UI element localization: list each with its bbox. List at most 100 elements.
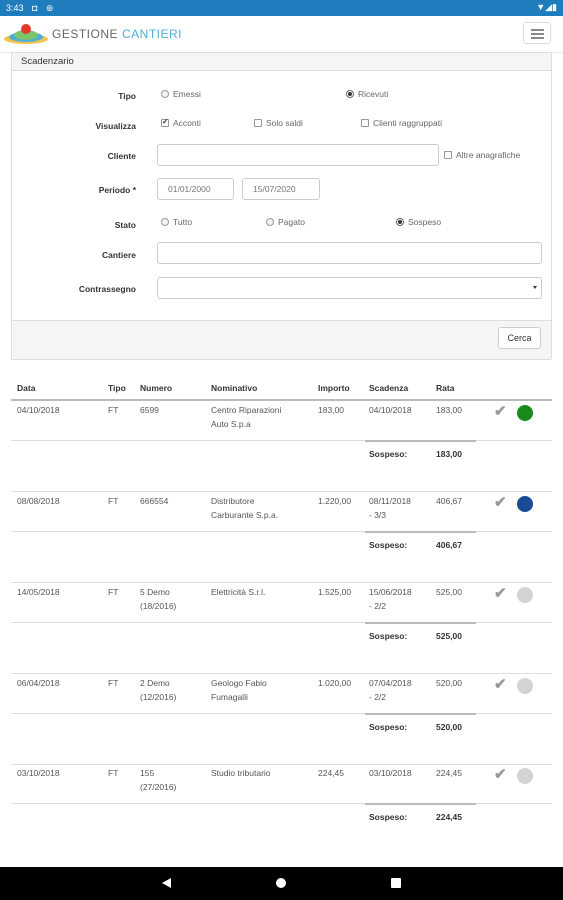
solo-saldi-checkbox[interactable]: Solo saldi (254, 118, 303, 128)
group-divider (11, 582, 552, 583)
sospeso-divider (365, 803, 476, 805)
status-dot-icon[interactable] (517, 405, 533, 421)
cell-nominativo: Elettricità S.r.l. (211, 587, 266, 597)
checkbox-icon (254, 119, 262, 127)
brand-part2: CANTIERI (122, 27, 183, 41)
periodo-to-input[interactable]: 15/07/2020 (242, 178, 320, 200)
stato-pagato-radio[interactable]: Pagato (266, 217, 305, 227)
cell-nominativo: Studio tributario (211, 768, 271, 778)
col-header-tipo: Tipo (108, 383, 126, 393)
status-dot-icon[interactable] (517, 678, 533, 694)
cell-scadenza-sub: - 2/2 (369, 601, 387, 611)
logo-icon (4, 24, 48, 44)
paid-check-icon[interactable]: ✔ (494, 765, 507, 783)
stato-label: Stato (114, 220, 136, 230)
sospeso-label: Sospeso: (369, 449, 408, 459)
sospeso-value: 224,45 (436, 812, 462, 822)
status-dot-icon[interactable] (517, 768, 533, 784)
col-header-scadenza: Scadenza (369, 383, 409, 393)
cell-nominativo: Distributore (211, 496, 255, 506)
periodo-label: Periodo * (98, 185, 136, 195)
status-dot-icon[interactable] (517, 587, 533, 603)
sospeso-divider (365, 622, 476, 624)
cell-numero-sub: (27/2016) (140, 782, 177, 792)
cell-numero: 2 Demo (140, 678, 170, 688)
status-time: 3:43 (6, 3, 24, 13)
cell-numero-sub: (12/2016) (140, 692, 177, 702)
cell-rata: 224,45 (436, 768, 462, 778)
hamburger-menu-button[interactable] (523, 22, 551, 44)
cell-data: 14/05/2018 (17, 587, 60, 597)
paid-check-icon[interactable]: ✔ (494, 402, 507, 420)
sospeso-label: Sospeso: (369, 722, 408, 732)
cell-importo: 183,00 (318, 405, 344, 415)
stato-sospeso-radio[interactable]: Sospeso (396, 217, 441, 227)
stato-tutto-radio[interactable]: Tutto (161, 217, 192, 227)
system-icons: ▼◢▮ (536, 2, 557, 12)
search-button[interactable]: Cerca (498, 327, 541, 349)
app-title: GESTIONE CANTIERI (52, 27, 182, 41)
cell-numero: 5 Demo (140, 587, 170, 597)
panel-footer: Cerca (12, 320, 551, 359)
cell-rata: 183,00 (436, 405, 462, 415)
panel-title: Scadenzario (12, 53, 551, 71)
sospeso-value: 406,67 (436, 540, 462, 550)
cell-numero: 666554 (140, 496, 169, 506)
altre-anagrafiche-checkbox[interactable]: Altre anagrafiche (444, 150, 520, 160)
notification-icons: ◘ ⊛ (32, 3, 57, 13)
cell-scadenza: 15/06/2018 (369, 587, 412, 597)
cell-importo: 1.220,00 (318, 496, 352, 506)
paid-check-icon[interactable]: ✔ (494, 493, 507, 511)
cell-numero: 155 (140, 768, 155, 778)
group-divider (11, 764, 552, 765)
system-nav-bar (0, 867, 563, 900)
cantiere-input[interactable] (157, 242, 542, 264)
cell-importo: 224,45 (318, 768, 344, 778)
hamburger-icon (531, 29, 544, 31)
cell-scadenza: 03/10/2018 (369, 768, 412, 778)
cell-rata: 406,67 (436, 496, 462, 506)
status-dot-icon[interactable] (517, 496, 533, 512)
home-circle-icon[interactable] (276, 878, 286, 888)
radio-icon (266, 218, 274, 226)
cantiere-label: Cantiere (101, 250, 136, 260)
radio-checked-icon (396, 218, 404, 226)
cell-data: 04/10/2018 (17, 405, 60, 415)
tipo-ricevuti-radio[interactable]: Ricevuti (346, 89, 388, 99)
app-header: GESTIONE CANTIERI (0, 16, 563, 53)
cell-numero-sub: (18/2016) (140, 601, 177, 611)
sospeso-divider (365, 440, 476, 442)
radio-checked-icon (346, 90, 354, 98)
paid-check-icon[interactable]: ✔ (494, 584, 507, 602)
cell-rata: 525,00 (436, 587, 462, 597)
paid-check-icon[interactable]: ✔ (494, 675, 507, 693)
contrassegno-label: Contrassegno (78, 284, 136, 294)
col-header-importo: Importo (318, 383, 350, 393)
cell-scadenza-sub: - 3/3 (369, 510, 387, 520)
tipo-emessi-radio[interactable]: Emessi (161, 89, 201, 99)
cell-data: 03/10/2018 (17, 768, 60, 778)
cliente-label: Cliente (107, 151, 136, 161)
col-header-rata: Rata (436, 383, 455, 393)
periodo-from-input[interactable]: 01/01/2000 (157, 178, 234, 200)
acconti-checkbox[interactable]: Acconti (161, 117, 201, 128)
sospeso-value: 520,00 (436, 722, 462, 732)
back-triangle-icon[interactable] (162, 878, 171, 888)
cell-data: 06/04/2018 (17, 678, 60, 688)
cell-nominativo-sub: Auto S.p.a (211, 419, 251, 429)
clienti-raggruppati-checkbox[interactable]: Clienti raggruppati (361, 118, 442, 128)
sospeso-value: 183,00 (436, 449, 462, 459)
recents-square-icon[interactable] (391, 878, 401, 888)
checkbox-icon (444, 151, 452, 159)
sospeso-divider (365, 713, 476, 715)
checkbox-checked-icon (161, 117, 169, 127)
sospeso-value: 525,00 (436, 631, 462, 641)
cell-rata: 520,00 (436, 678, 462, 688)
dropdown-arrow-icon (533, 286, 537, 289)
cell-tipo: FT (108, 405, 119, 415)
cell-tipo: FT (108, 678, 119, 688)
checkbox-icon (361, 119, 369, 127)
contrassegno-select[interactable] (157, 277, 542, 299)
cliente-input[interactable] (157, 144, 439, 166)
col-header-data: Data (17, 383, 36, 393)
